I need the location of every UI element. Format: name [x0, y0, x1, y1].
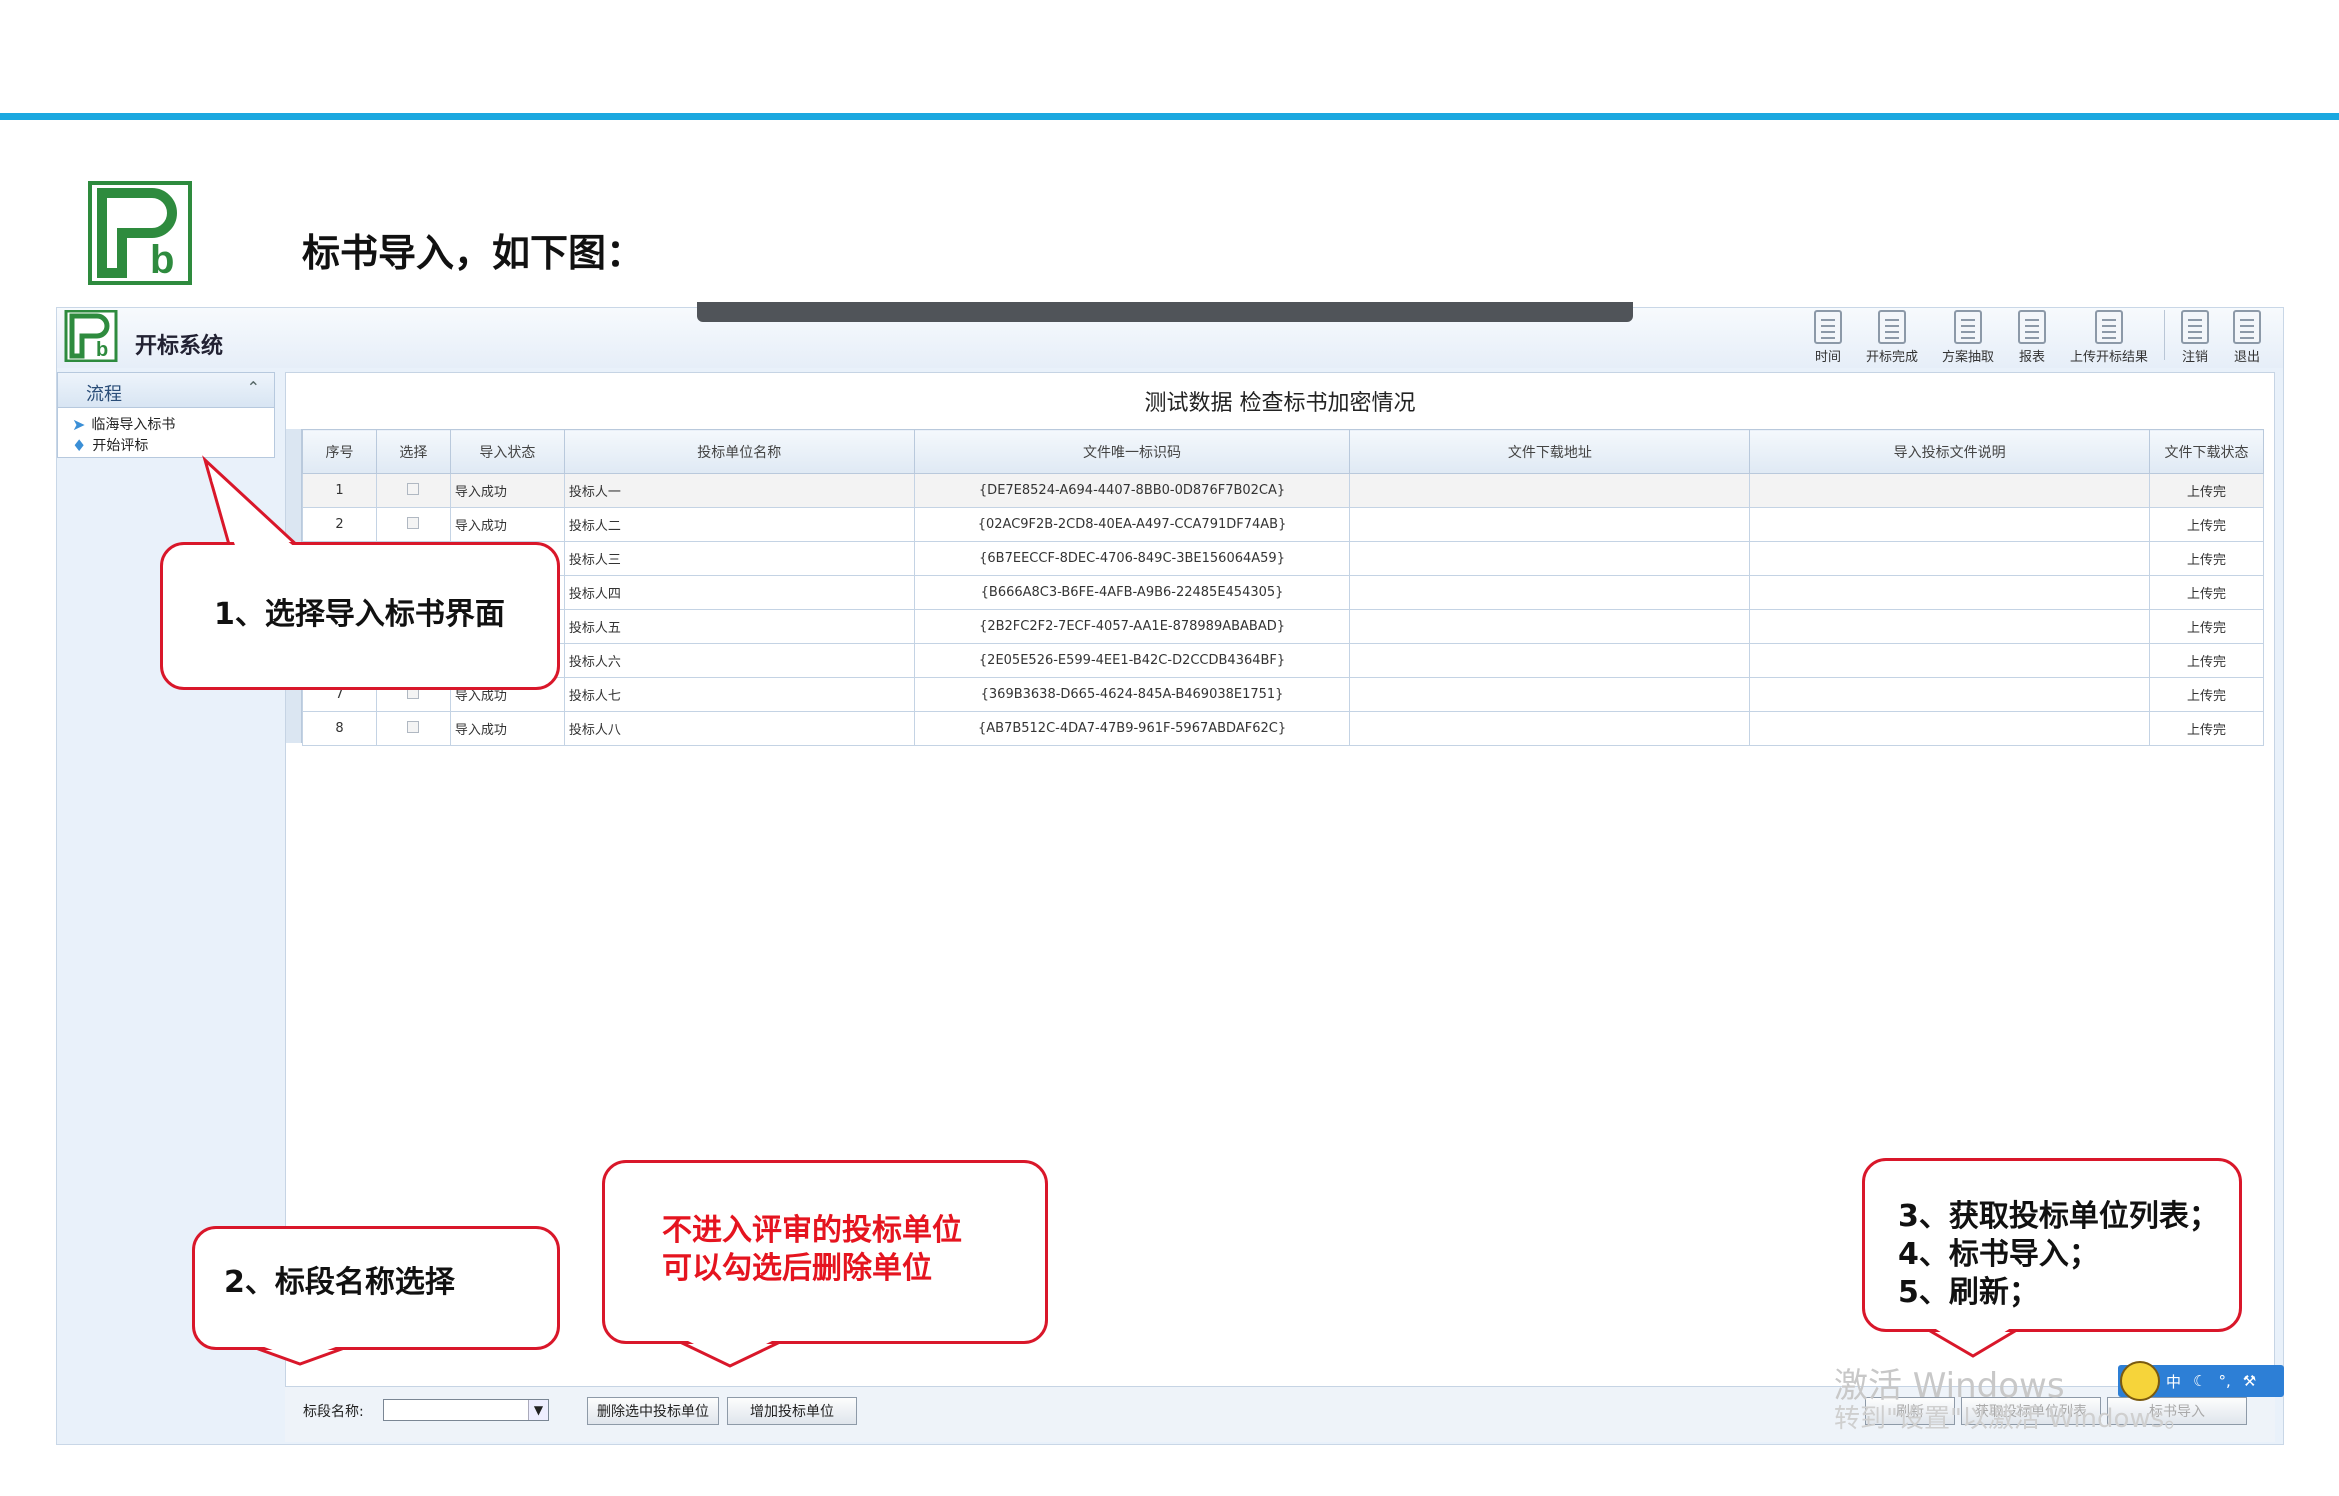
callout-text-4a: 3、获取投标单位列表； [1898, 1199, 2219, 1234]
slide: b 标书导入，如下图： b 开标系统 时间 开标完成 方案抽取 报表 上传开标结… [0, 0, 2339, 1496]
callout-text-3a: 不进入评审的投标单位 [662, 1213, 962, 1248]
callout-text-4c: 5、刷新； [1898, 1275, 2039, 1310]
callout-text-2: 2、标段名称选择 [224, 1265, 455, 1300]
callout-text-3b: 可以勾选后删除单位 [662, 1251, 932, 1286]
callout-text-1: 1、选择导入标书界面 [214, 597, 505, 632]
callout-text-4b: 4、标书导入； [1898, 1237, 2099, 1272]
